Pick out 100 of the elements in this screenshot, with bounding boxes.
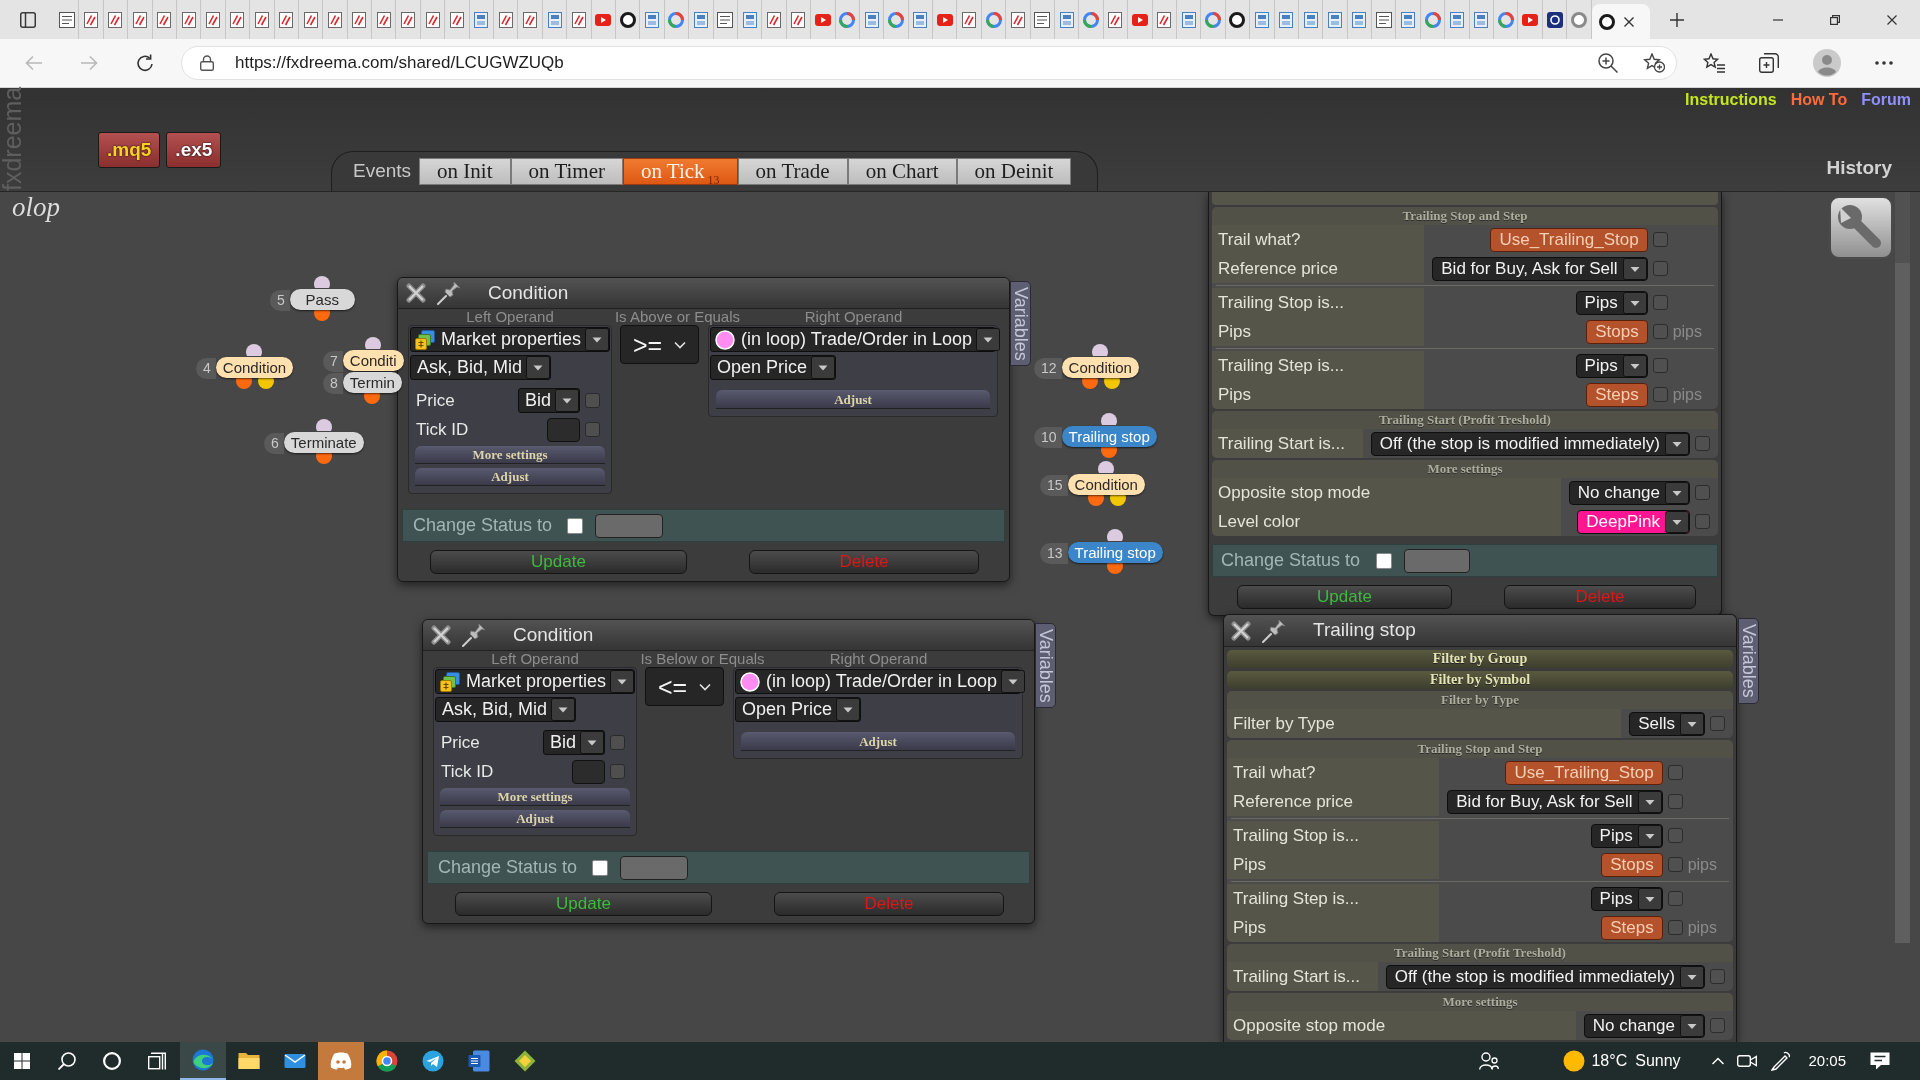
wrench-icon[interactable] <box>1829 196 1893 259</box>
history-button[interactable]: History <box>1826 157 1892 179</box>
checkbox[interactable] <box>585 422 600 437</box>
checkbox[interactable] <box>585 393 600 408</box>
close-icon[interactable] <box>406 283 426 303</box>
nav-link[interactable]: How To <box>1790 90 1848 110</box>
graph-node[interactable]: Pass <box>289 289 355 310</box>
graph-node[interactable]: Trailing stop <box>1067 542 1163 563</box>
dropdown[interactable]: Pips <box>1575 290 1648 315</box>
graph-node[interactable]: Conditi <box>342 350 404 371</box>
export-button[interactable]: .ex5 <box>166 132 222 168</box>
checkbox[interactable] <box>1652 358 1668 373</box>
checkbox[interactable] <box>1667 765 1683 780</box>
dropdown[interactable]: Market properties <box>435 669 635 694</box>
variables-tab[interactable]: Variables <box>1035 623 1056 708</box>
dropdown[interactable]: Bid for Buy, Ask for Sell <box>1447 789 1663 814</box>
dropdown[interactable]: Pips <box>1590 886 1663 911</box>
update-button[interactable]: Update <box>455 892 712 916</box>
dropdown[interactable]: Pips <box>1575 353 1648 378</box>
dropdown[interactable]: Pips <box>1590 823 1663 848</box>
checkbox[interactable] <box>610 764 625 779</box>
event-tab[interactable]: on Chart <box>847 158 957 185</box>
checkbox[interactable] <box>610 735 625 750</box>
dropdown[interactable]: Open Price <box>710 355 837 380</box>
checkbox[interactable] <box>1710 716 1725 731</box>
graph-node[interactable]: Condition <box>1067 474 1145 495</box>
checkbox[interactable] <box>592 859 609 876</box>
section-header[interactable]: Filter by Group <box>1227 650 1733 668</box>
nav-link[interactable]: Instructions <box>1685 90 1777 110</box>
browser-tab[interactable] <box>1591 4 1650 39</box>
checkbox[interactable] <box>1695 485 1710 500</box>
status-field[interactable] <box>595 513 664 538</box>
settings-button[interactable]: Adjust <box>415 468 605 486</box>
section-header[interactable]: Filter by Symbol <box>1227 671 1733 689</box>
input-field[interactable] <box>547 417 580 442</box>
settings-button[interactable]: More settings <box>440 788 630 806</box>
dropdown[interactable]: Bid <box>518 388 580 413</box>
checkbox[interactable] <box>1652 324 1668 339</box>
dropdown[interactable]: Market properties <box>410 327 610 352</box>
checkbox[interactable] <box>1667 794 1683 809</box>
checkbox[interactable] <box>1695 436 1710 451</box>
graph-node[interactable]: Termin <box>342 372 402 393</box>
checkbox[interactable] <box>1710 1018 1725 1033</box>
checkbox[interactable] <box>1652 387 1668 402</box>
dropdown[interactable]: Ask, Bid, Mid <box>435 697 577 722</box>
section-header[interactable]: More settings <box>1227 993 1733 1011</box>
checkbox[interactable] <box>1710 969 1725 984</box>
status-field[interactable] <box>620 855 689 880</box>
checkbox[interactable] <box>1652 232 1668 247</box>
weather-widget[interactable]: 18°C Sunny <box>1558 1042 1704 1080</box>
value-field[interactable]: Steps <box>1586 382 1648 407</box>
dropdown[interactable]: Off (the stop is modified immediately) <box>1385 964 1705 989</box>
checkbox[interactable] <box>1652 295 1668 310</box>
section-header[interactable]: Trailing Start (Profit Treshold) <box>1212 411 1718 429</box>
close-icon[interactable] <box>1623 16 1634 27</box>
dropdown[interactable]: Bid <box>543 730 605 755</box>
section-header[interactable]: More settings <box>1212 460 1718 478</box>
section-header[interactable]: Trailing Stop and Step <box>1212 207 1718 225</box>
pin-icon[interactable] <box>1262 618 1286 643</box>
checkbox[interactable] <box>1667 920 1683 935</box>
checkbox[interactable] <box>1652 261 1668 276</box>
value-field[interactable]: Steps <box>1601 915 1663 940</box>
dropdown[interactable]: Bid for Buy, Ask for Sell <box>1432 256 1648 281</box>
update-button[interactable]: Update <box>430 550 687 574</box>
settings-button[interactable]: More settings <box>415 446 605 464</box>
pin-icon[interactable] <box>437 281 461 305</box>
export-button[interactable]: .mq5 <box>98 132 161 168</box>
dropdown[interactable]: Off (the stop is modified immediately) <box>1370 431 1690 456</box>
event-tab[interactable]: on Deinit <box>956 158 1072 185</box>
dropdown[interactable]: No change <box>1568 480 1690 505</box>
event-tab[interactable]: on Init <box>419 158 511 185</box>
section-header[interactable]: Trailing Start (Profit Treshold) <box>1227 944 1733 962</box>
event-tab[interactable]: on Timer <box>510 158 623 185</box>
graph-node[interactable]: Trailing stop <box>1061 426 1157 447</box>
close-icon[interactable] <box>431 625 451 645</box>
checkbox[interactable] <box>1667 891 1683 906</box>
section-header[interactable]: Trailing Stop and Step <box>1227 740 1733 758</box>
dropdown[interactable]: Open Price <box>735 697 862 722</box>
clock[interactable]: 20:05 <box>1802 1042 1852 1080</box>
variables-tab[interactable]: Variables <box>1738 618 1759 704</box>
checkbox[interactable] <box>1695 514 1710 529</box>
checkbox[interactable] <box>1667 857 1683 872</box>
checkbox[interactable] <box>1376 552 1393 569</box>
variables-tab[interactable]: Variables <box>1010 281 1031 366</box>
settings-button[interactable]: Adjust <box>440 810 630 828</box>
nav-link[interactable]: Forum <box>1861 90 1911 110</box>
dropdown[interactable]: No change <box>1583 1013 1705 1038</box>
settings-button[interactable]: Adjust <box>741 732 1015 751</box>
graph-node[interactable]: Condition <box>1061 357 1139 378</box>
section-header[interactable]: Filter by Type <box>1227 691 1733 709</box>
url-field[interactable]: https://fxdreema.com/shared/LCUGWZUQb <box>235 50 564 76</box>
settings-button[interactable]: Adjust <box>716 390 990 409</box>
graph-node[interactable]: Terminate <box>283 432 364 453</box>
operator-select[interactable]: <= <box>645 667 724 706</box>
status-field[interactable] <box>1404 548 1471 573</box>
checkbox[interactable] <box>1667 828 1683 843</box>
dropdown[interactable]: Ask, Bid, Mid <box>410 355 552 380</box>
pin-icon[interactable] <box>462 623 486 647</box>
input-field[interactable] <box>572 759 605 784</box>
event-tab[interactable]: on Trade <box>737 158 848 185</box>
